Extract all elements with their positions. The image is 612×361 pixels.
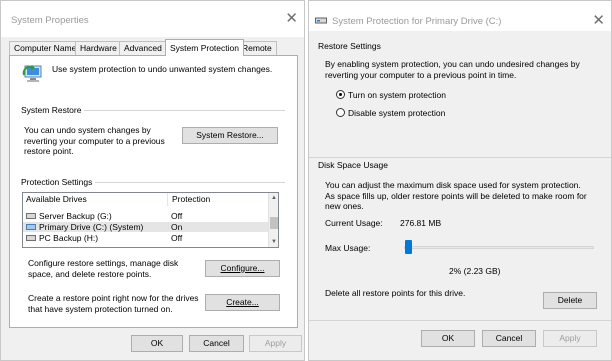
system-restore-button-label: System Restore...: [196, 130, 264, 140]
radio-selected-dot: [339, 93, 342, 96]
drive-icon: [26, 213, 36, 219]
restore-settings-text: By enabling system protection, you can u…: [325, 59, 580, 80]
system-restore-text: You can undo system changes by reverting…: [24, 125, 165, 156]
drive-row-server-backup[interactable]: Server Backup (G:) Off: [23, 211, 269, 221]
configure-button-label: Configure...: [220, 263, 265, 273]
disable-protection-label[interactable]: Disable system protection: [348, 108, 445, 119]
system-protection-icon: [22, 65, 42, 82]
tab-computer-name[interactable]: Computer Name: [9, 41, 82, 55]
close-icon[interactable]: ✕: [592, 13, 605, 28]
drive-protection: Off: [171, 233, 183, 243]
column-header-protection[interactable]: Protection: [169, 193, 269, 206]
scroll-down-icon[interactable]: ▼: [269, 238, 278, 246]
apply-button[interactable]: Apply: [543, 330, 597, 347]
system-protection-drive-window: System Protection for Primary Drive (C:)…: [308, 0, 612, 361]
disable-protection-radio[interactable]: [336, 108, 345, 117]
create-text: Create a restore point right now for the…: [28, 293, 199, 314]
configure-button[interactable]: Configure...: [205, 260, 280, 277]
intro-text: Use system protection to undo unwanted s…: [52, 64, 273, 74]
turn-on-protection-label[interactable]: Turn on system protection: [348, 90, 446, 101]
tab-system-protection[interactable]: System Protection: [165, 39, 244, 56]
drive-row-pc-backup[interactable]: PC Backup (H:) Off: [23, 233, 269, 243]
scroll-up-icon[interactable]: ▲: [269, 194, 278, 202]
tab-hardware[interactable]: Hardware: [75, 41, 122, 55]
system-restore-group-title: System Restore: [21, 105, 85, 115]
max-usage-slider-thumb[interactable]: [404, 240, 412, 254]
drive-protection: On: [171, 222, 183, 232]
title-bar: System Protection for Primary Drive (C:)…: [309, 1, 611, 31]
delete-button[interactable]: Delete: [543, 292, 597, 309]
disk-usage-title: Disk Space Usage: [318, 160, 388, 170]
system-properties-window: System Properties ✕ Computer Name Hardwa…: [0, 0, 305, 361]
max-usage-value: 2% (2.23 GB): [449, 266, 501, 276]
system-drive-icon: [26, 224, 36, 230]
ok-button[interactable]: OK: [131, 335, 183, 352]
turn-on-protection-radio[interactable]: [336, 90, 345, 99]
apply-button[interactable]: Apply: [249, 335, 302, 352]
disk-usage-text: You can adjust the maximum disk space us…: [325, 180, 587, 211]
drive-name: Primary Drive (C:) (System): [39, 222, 144, 232]
max-usage-slider[interactable]: [404, 246, 594, 249]
drive-name: PC Backup (H:): [39, 233, 99, 243]
max-usage-label: Max Usage:: [325, 243, 371, 253]
system-restore-button[interactable]: System Restore...: [182, 127, 278, 144]
drive-protection: Off: [171, 211, 183, 221]
drive-name: Server Backup (G:): [39, 211, 112, 221]
protection-settings-group-title: Protection Settings: [21, 177, 96, 187]
drive-icon: [26, 235, 36, 241]
delete-text: Delete all restore points for this drive…: [325, 288, 466, 298]
current-usage-label: Current Usage:: [325, 218, 383, 228]
drive-settings-icon: [315, 17, 327, 24]
footer-divider: [309, 320, 611, 321]
window-title: System Properties: [11, 15, 89, 26]
scrollbar-thumb[interactable]: [270, 217, 278, 229]
configure-text: Configure restore settings, manage disk …: [28, 258, 179, 279]
tab-advanced[interactable]: Advanced: [119, 41, 167, 55]
window-title: System Protection for Primary Drive (C:): [332, 16, 502, 27]
section-divider: [309, 157, 611, 158]
restore-settings-title: Restore Settings: [318, 41, 381, 51]
drives-list[interactable]: Available Drives Protection Server Backu…: [22, 192, 279, 248]
drive-row-primary-drive[interactable]: Primary Drive (C:) (System) On: [23, 222, 269, 232]
ok-button[interactable]: OK: [421, 330, 475, 347]
create-button[interactable]: Create...: [205, 294, 280, 311]
current-usage-value: 276.81 MB: [400, 218, 442, 228]
column-header-drives[interactable]: Available Drives: [23, 193, 168, 206]
cancel-button[interactable]: Cancel: [189, 335, 244, 352]
close-icon[interactable]: ✕: [285, 11, 298, 26]
create-button-label: Create...: [226, 297, 259, 307]
title-bar: System Properties ✕: [1, 1, 304, 37]
cancel-button[interactable]: Cancel: [482, 330, 536, 347]
drives-list-scrollbar[interactable]: ▲ ▼: [268, 193, 278, 247]
